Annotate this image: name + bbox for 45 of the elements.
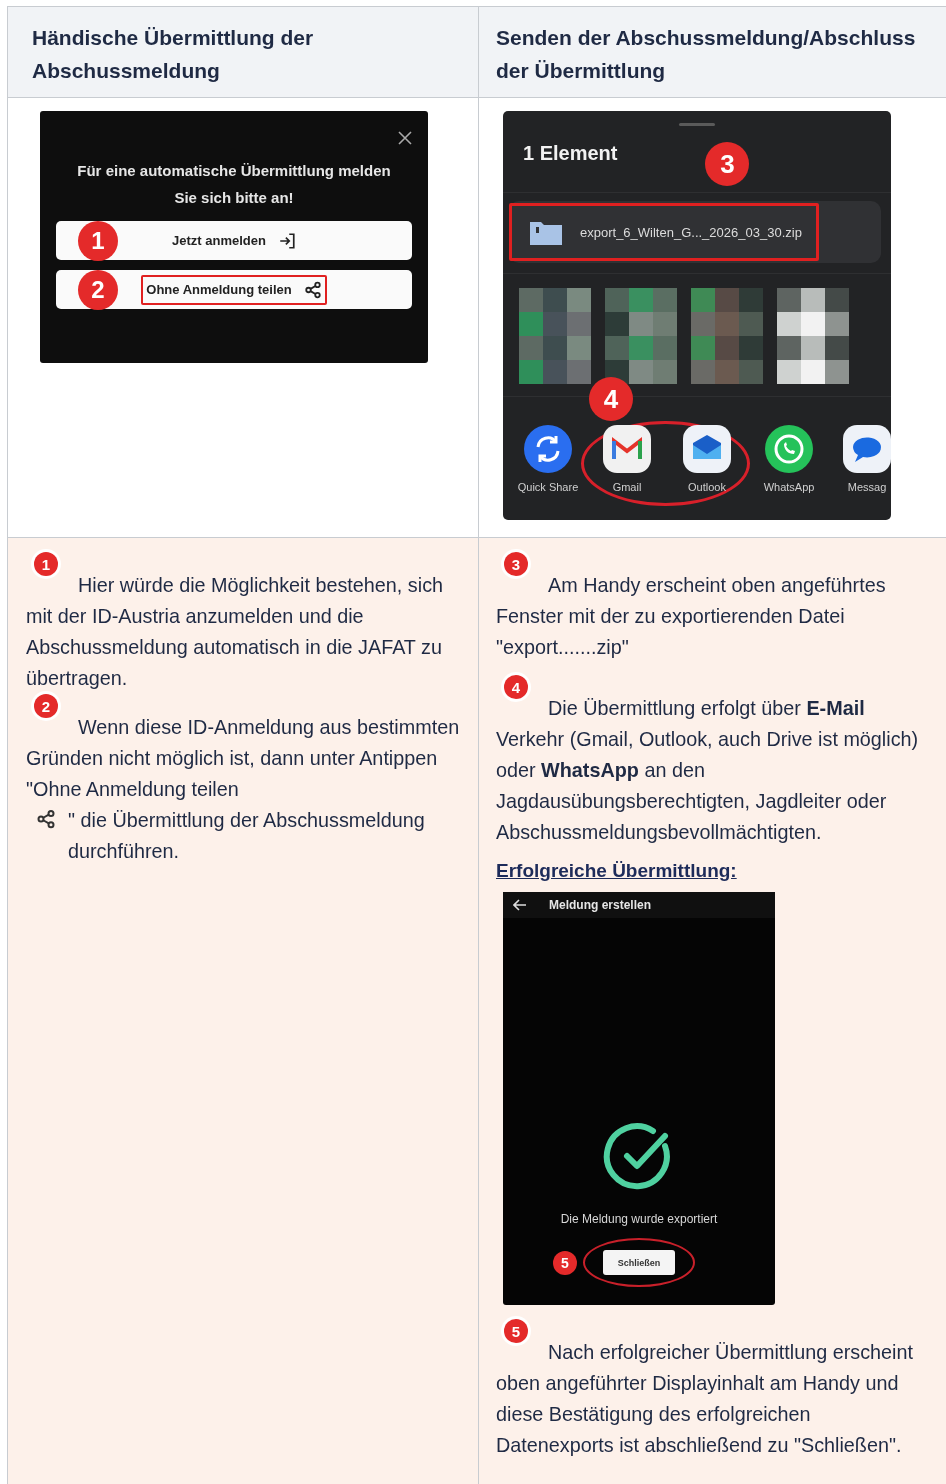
note-text: " die Übermittlung der Abschussmeldung durchführen.: [68, 808, 426, 864]
note-text: Hier würde die Möglichkeit bestehen, sich mit der ID-Austria anzumelden und die Abschussmeldung automatisch in die JAFAT zu übertragen.: [26, 573, 445, 691]
share-icon: [36, 809, 56, 829]
folder-icon: [530, 219, 562, 245]
dialog-message: Für eine automatische Übermittlung melden Sie sich bitte an!: [76, 161, 392, 208]
app-button[interactable]: Quick Share: [509, 425, 587, 506]
status-message: Die Meldung wurde exportiert: [560, 1212, 718, 1226]
app-button[interactable]: Outlook: [667, 425, 747, 493]
number-badge: 4: [504, 675, 528, 699]
share-icon: [303, 280, 322, 299]
envelope-icon: [683, 425, 731, 473]
dialog-button[interactable]: 2 Ohne Anmeldung teilen: [56, 270, 412, 309]
note-text: Am Handy erscheint oben angeführtes Fenster mit der zu exportierenden Datei "export.......zip": [496, 573, 887, 660]
app-button[interactable]: Messag: [828, 425, 891, 506]
phone-icon: [765, 425, 813, 473]
file-row[interactable]: export_6_Wilten_G..._2026_03_30.zip: [509, 201, 881, 263]
note-text: Die Übermittlung erfolgt über E-Mail Verkehr (Gmail, Outlook, auch Drive ist möglich) oder WhatsApp an den Jagdausübungsberechtigten, Jagdleiter oder Abschussmeldungsbevollmächtigten.: [496, 696, 920, 845]
mail-icon: [603, 425, 651, 473]
screen-title: Meldung erstellen: [549, 898, 652, 912]
note-text: Wenn diese ID-Anmeldung aus bestimmten Gründen nicht möglich ist, dann unter Antippen "Ohne Anmeldung teilen: [26, 715, 461, 802]
app-button[interactable]: WhatsApp: [750, 425, 828, 506]
number-badge: 5: [553, 1250, 577, 1275]
number-badge: 3: [504, 552, 528, 576]
file-name: export_6_Wilten_G..._2026_03_30.zip: [580, 224, 802, 240]
back-arrow-icon[interactable]: [513, 899, 527, 911]
number-badge: 3: [705, 142, 750, 186]
sheet-title: 1 Element: [523, 141, 618, 165]
chat-icon: [843, 425, 891, 473]
close-icon[interactable]: [398, 131, 412, 145]
note-text: Nach erfolgreicher Übermittlung erscheint oben angeführter Displayinhalt am Handy und diese Bestätigung des erfolgreichen Datenexports ist abschließend zu "Schließen".: [496, 1340, 915, 1458]
drag-handle[interactable]: [679, 123, 715, 126]
number-badge: 5: [504, 1319, 528, 1343]
number-badge: 2: [34, 694, 58, 718]
column-header: Senden der Abschussmeldung/Abschluss der Übermittlung: [496, 25, 917, 84]
dialog-button[interactable]: 1 Jetzt anmelden: [56, 221, 412, 260]
column-header: Händische Übermittlung der Abschussmeldung: [32, 25, 315, 84]
number-badge: 1: [78, 221, 118, 261]
sync-icon: [524, 425, 572, 473]
number-badge: 1: [34, 552, 58, 576]
login-icon: [277, 231, 296, 250]
number-badge: 4: [589, 377, 633, 421]
section-heading: Erfolgreiche Übermittlung:: [496, 860, 738, 882]
close-button[interactable]: Schließen: [603, 1250, 675, 1275]
number-badge: 2: [78, 270, 118, 310]
app-button[interactable]: Gmail: [587, 425, 667, 493]
